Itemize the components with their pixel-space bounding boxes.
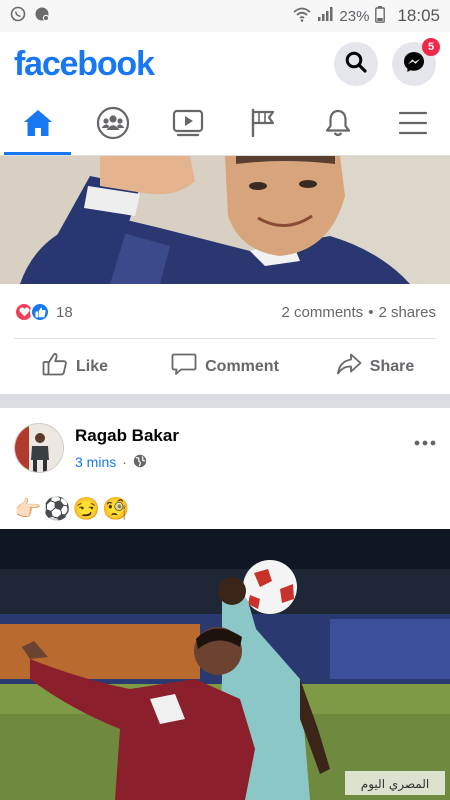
wifi-icon (293, 6, 312, 26)
app-header: facebook 5 (0, 32, 450, 96)
meta-separator: · (122, 454, 127, 470)
search-icon (345, 51, 367, 78)
messenger-button[interactable]: 5 (392, 38, 440, 86)
post-card-1: 18 2 comments • 2 shares Like Comment Sh… (0, 156, 450, 394)
post-timestamp[interactable]: 3 mins (75, 454, 116, 470)
tab-groups[interactable] (75, 96, 150, 155)
signal-icon (317, 6, 333, 26)
watch-icon (172, 109, 204, 142)
post-photo-2[interactable]: المصري اليوم (0, 529, 450, 800)
main-tab-bar (0, 96, 450, 156)
messenger-icon (402, 50, 426, 79)
bell-icon (324, 108, 352, 143)
home-icon (22, 108, 54, 143)
facebook-logo[interactable]: facebook (14, 45, 155, 84)
like-reaction-icon (30, 302, 50, 322)
search-button[interactable] (334, 42, 378, 86)
reaction-count: 18 (56, 303, 73, 321)
tab-home[interactable] (0, 96, 75, 155)
post-header: Ragab Bakar 3 mins · (14, 422, 436, 474)
post-text: 👉🏻 ⚽ 😏 🧐 (14, 494, 130, 524)
post-card-2: Ragab Bakar 3 mins · 👉🏻 ⚽ 😏 🧐 المصري الي… (0, 408, 450, 800)
status-bar: 23% 18:05 (0, 0, 450, 32)
share-icon (336, 352, 362, 381)
groups-icon (96, 106, 130, 145)
post-actions: Like Comment Share (0, 339, 450, 394)
avatar[interactable] (14, 423, 64, 473)
monocle-emoji: 🧐 (102, 496, 130, 521)
tab-notifications[interactable] (300, 96, 375, 155)
flag-icon (249, 108, 277, 143)
battery-percent: 23% (339, 7, 370, 25)
post-author[interactable]: Ragab Bakar (75, 426, 179, 446)
battery-icon (375, 5, 386, 27)
shares-count[interactable]: 2 shares (378, 304, 436, 321)
pointing-emoji: 👉🏻 (14, 496, 42, 521)
whatsapp-icon (10, 6, 26, 26)
comment-icon (171, 352, 197, 381)
stats-separator: • (368, 303, 374, 321)
reaction-summary[interactable]: 18 2 comments • 2 shares (14, 300, 436, 324)
smirk-emoji: 😏 (72, 496, 101, 521)
soccer-ball-emoji: ⚽ (43, 496, 71, 521)
watermark-text: المصري اليوم (361, 777, 429, 792)
tab-watch[interactable] (150, 96, 225, 155)
tab-menu[interactable] (375, 96, 450, 155)
comment-button[interactable]: Comment (150, 339, 300, 394)
comment-label: Comment (205, 357, 279, 375)
globe-icon (133, 454, 147, 471)
facebook-feed-screen: 23% 18:05 facebook 5 18 2 comments • 2 s… (0, 0, 450, 800)
share-label: Share (369, 357, 415, 375)
tab-pages[interactable] (225, 96, 300, 155)
like-button[interactable]: Like (0, 339, 150, 394)
clock: 18:05 (397, 6, 440, 25)
notification-icon (34, 6, 50, 26)
like-label: Like (75, 357, 108, 375)
post-photo-1[interactable] (0, 156, 450, 284)
thumbs-up-icon (42, 352, 68, 381)
hamburger-menu-icon (398, 110, 428, 141)
more-options-icon[interactable] (414, 426, 436, 452)
share-button[interactable]: Share (300, 339, 450, 394)
messenger-badge: 5 (422, 38, 440, 56)
comments-count[interactable]: 2 comments (281, 304, 363, 321)
